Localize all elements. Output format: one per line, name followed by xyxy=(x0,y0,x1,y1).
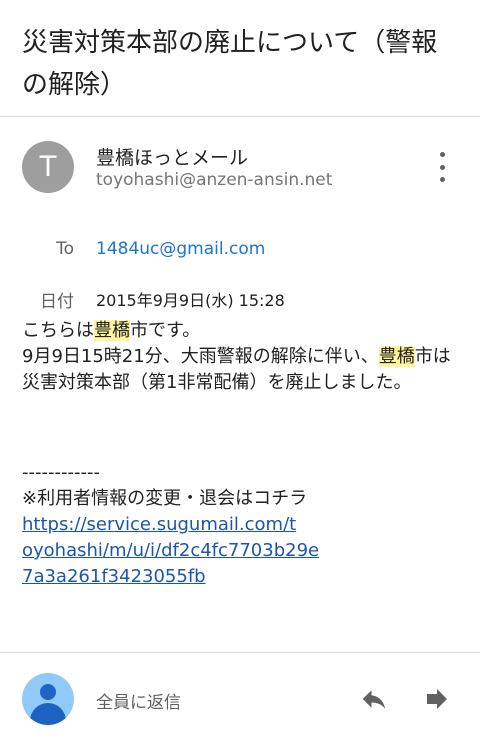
link-line-2[interactable]: oyohashi/m/u/i/df2c4fc7703b29e xyxy=(22,540,319,561)
body-text: 市です。 xyxy=(130,320,201,341)
message-footer: ------------ ※利用者情報の変更・退会はコチラ https://se… xyxy=(22,460,464,590)
reply-icon[interactable] xyxy=(359,684,389,714)
header-divider xyxy=(0,116,480,117)
separator-line: ------------ xyxy=(22,462,100,483)
body-line-1: こちらは豊橋市です。 xyxy=(22,318,464,344)
link-line-3[interactable]: 7a3a261f3423055fb xyxy=(22,566,206,587)
to-label: To xyxy=(56,239,74,259)
highlighted-term: 豊橋 xyxy=(94,320,130,341)
sender-avatar[interactable]: T xyxy=(22,141,74,193)
user-avatar xyxy=(22,673,74,725)
body-line-2: 9月9日15時21分、大雨警報の解除に伴い、豊橋市は災害対策本部（第1非常配備）… xyxy=(22,344,464,396)
date-value: 2015年9月9日(水) 15:28 xyxy=(96,291,285,310)
avatar-torso xyxy=(30,703,66,725)
date-label: 日付 xyxy=(40,292,74,312)
link-line-1[interactable]: https://service.sugumail.com/t xyxy=(22,514,296,535)
sender-name: 豊橋ほっとメール xyxy=(96,147,249,169)
message-body: こちらは豊橋市です。 9月9日15時21分、大雨警報の解除に伴い、豊橋市は災害対… xyxy=(22,318,464,396)
avatar-head xyxy=(40,684,56,700)
email-subject: 災害対策本部の廃止について（警報の解除） xyxy=(22,28,438,100)
to-recipient[interactable]: 1484uc@gmail.com xyxy=(96,239,265,259)
reply-all-button[interactable]: 全員に返信 xyxy=(96,688,181,713)
sender-email: toyohashi@anzen-ansin.net xyxy=(96,170,333,190)
unsubscribe-note: ※利用者情報の変更・退会はコチラ xyxy=(22,488,308,509)
body-text: 9月9日15時21分、大雨警報の解除に伴い、 xyxy=(22,346,379,367)
more-options-icon[interactable] xyxy=(432,152,452,182)
footer-divider xyxy=(0,652,480,653)
highlighted-term: 豊橋 xyxy=(378,346,415,367)
body-text: こちらは xyxy=(22,320,94,341)
forward-icon[interactable] xyxy=(422,684,452,714)
unsubscribe-link[interactable]: https://service.sugumail.com/t oyohashi/… xyxy=(22,512,464,590)
